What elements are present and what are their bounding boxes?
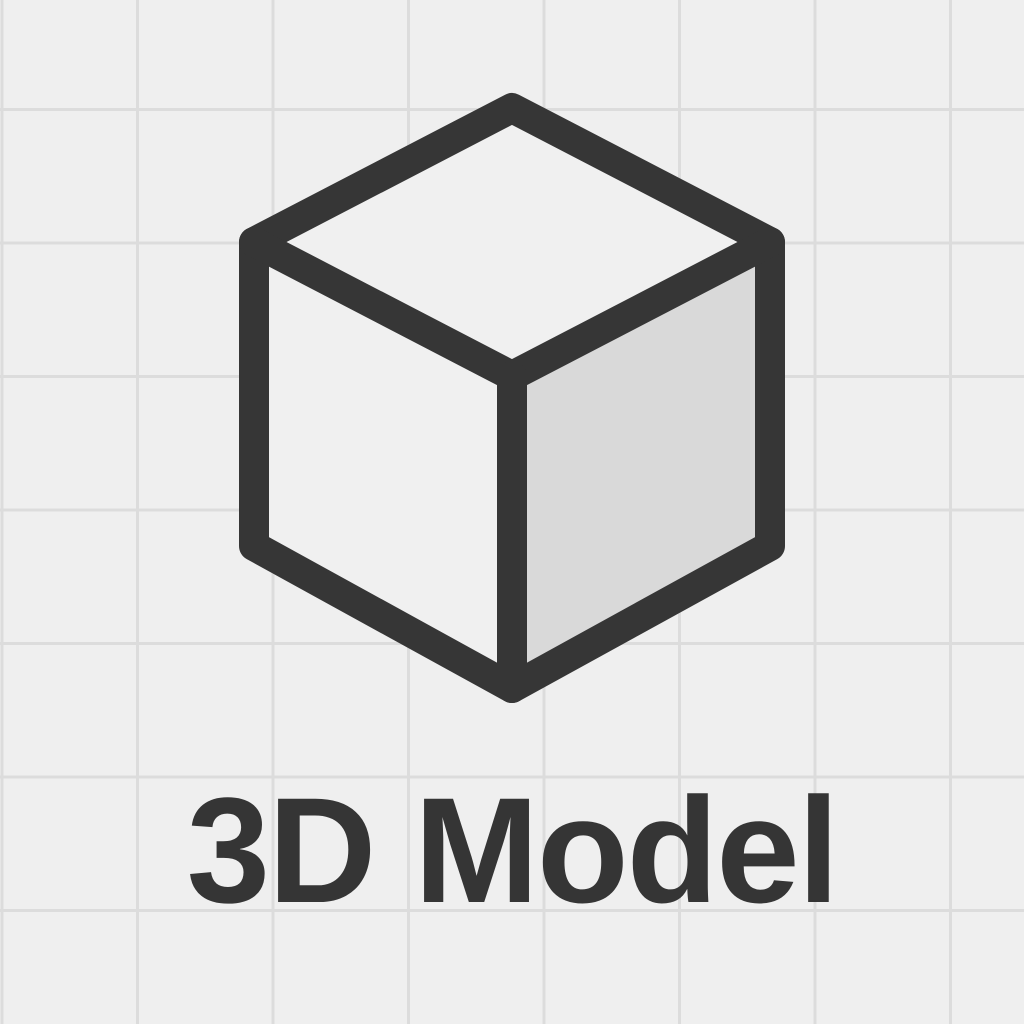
canvas: { "icon": { "name": "cube-icon" }, "labe…: [0, 0, 1024, 1024]
icon-label: 3D Model: [186, 766, 840, 934]
